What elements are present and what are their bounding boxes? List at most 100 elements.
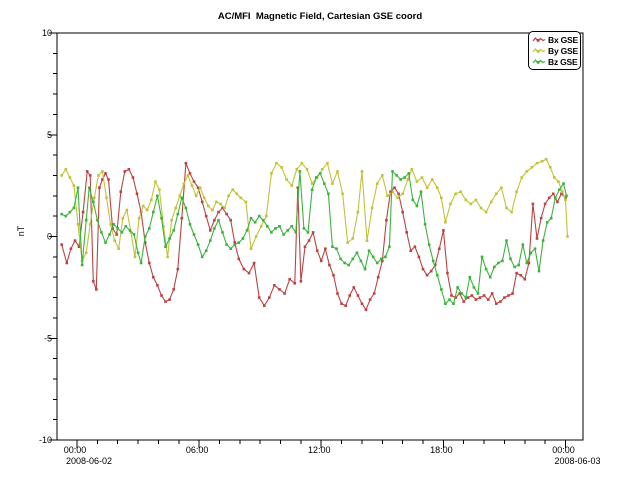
- data-point: [407, 178, 410, 181]
- data-point: [557, 180, 560, 183]
- data-point: [526, 262, 529, 265]
- data-point: [209, 239, 212, 242]
- data-point: [391, 170, 394, 173]
- data-point: [275, 162, 278, 165]
- plot-area[interactable]: 1050-5-1000:002008-06-0206:0012:0018:000…: [0, 0, 640, 480]
- data-point: [97, 174, 100, 177]
- data-point: [236, 193, 239, 196]
- data-point: [421, 176, 424, 179]
- data-point: [465, 296, 468, 299]
- x-tick-label: 18:00: [430, 445, 453, 455]
- x-tick-label: 06:00: [186, 445, 209, 455]
- data-point: [339, 258, 342, 261]
- data-point: [213, 227, 216, 230]
- data-point: [278, 225, 281, 228]
- data-point: [104, 172, 107, 175]
- data-point: [564, 199, 567, 202]
- legend-line-swatch: [532, 35, 546, 44]
- data-point: [353, 286, 356, 289]
- data-point: [462, 300, 465, 303]
- data-point: [549, 166, 552, 169]
- data-point: [248, 272, 251, 275]
- data-point: [93, 197, 96, 200]
- data-point: [295, 231, 298, 234]
- data-point: [262, 219, 265, 222]
- data-point: [552, 193, 555, 196]
- x-date-label: 2008-06-03: [554, 456, 600, 466]
- data-point: [304, 245, 307, 248]
- legend-item-bz[interactable]: Bz GSE: [532, 56, 580, 67]
- data-point: [522, 243, 525, 246]
- data-point: [536, 237, 539, 240]
- data-point: [416, 180, 419, 183]
- legend-line-swatch: [532, 57, 546, 66]
- data-point: [238, 258, 241, 261]
- data-point: [307, 231, 310, 234]
- data-point: [352, 237, 355, 240]
- data-point: [150, 199, 153, 202]
- data-point: [520, 176, 523, 179]
- data-point: [205, 215, 208, 218]
- data-point: [444, 302, 447, 305]
- data-point: [116, 227, 119, 230]
- data-point: [195, 195, 198, 198]
- data-point: [436, 274, 439, 277]
- legend-item-bx[interactable]: Bx GSE: [532, 34, 580, 45]
- data-point: [229, 247, 232, 250]
- data-point: [364, 268, 367, 271]
- data-point: [403, 176, 406, 179]
- data-point: [471, 294, 474, 297]
- data-point: [132, 176, 135, 179]
- y-tick-label: -10: [39, 435, 52, 445]
- data-point: [361, 302, 364, 305]
- data-point: [469, 276, 472, 279]
- data-point: [505, 207, 508, 210]
- data-point: [562, 182, 565, 185]
- data-point: [335, 247, 338, 250]
- data-point: [273, 284, 276, 287]
- data-point: [315, 176, 318, 179]
- data-point: [221, 231, 224, 234]
- data-point: [316, 249, 319, 252]
- data-point: [240, 197, 243, 200]
- data-point: [215, 201, 218, 204]
- data-point: [199, 186, 202, 189]
- data-point: [336, 170, 339, 173]
- data-point: [326, 162, 329, 165]
- legend-item-by[interactable]: By GSE: [532, 45, 580, 56]
- data-point: [460, 292, 463, 295]
- data-point: [365, 309, 368, 312]
- data-point: [386, 195, 389, 198]
- data-point: [416, 205, 419, 208]
- data-point: [348, 294, 351, 297]
- data-point: [193, 233, 196, 236]
- data-point: [356, 252, 359, 255]
- data-point: [321, 168, 324, 171]
- data-point: [513, 266, 516, 269]
- data-point: [172, 288, 175, 291]
- data-point: [211, 209, 214, 212]
- data-point: [96, 219, 99, 222]
- data-point: [332, 274, 335, 277]
- data-point: [92, 201, 95, 204]
- data-point: [225, 213, 228, 216]
- data-point: [133, 233, 136, 236]
- data-point: [128, 168, 131, 171]
- data-point: [134, 256, 137, 259]
- data-point: [505, 239, 508, 242]
- data-point: [475, 199, 478, 202]
- data-point: [238, 241, 241, 244]
- x-date-label: 2008-06-02: [66, 456, 112, 466]
- data-point: [487, 298, 490, 301]
- data-point: [531, 166, 534, 169]
- data-point: [479, 296, 482, 299]
- data-point: [432, 260, 435, 263]
- data-point: [376, 182, 379, 185]
- legend[interactable]: Bx GSEBy GSEBz GSE: [528, 31, 581, 70]
- data-point: [205, 249, 208, 252]
- data-point: [300, 280, 303, 283]
- data-point: [243, 268, 246, 271]
- data-point: [519, 274, 522, 277]
- data-point: [69, 211, 72, 214]
- data-point: [197, 243, 200, 246]
